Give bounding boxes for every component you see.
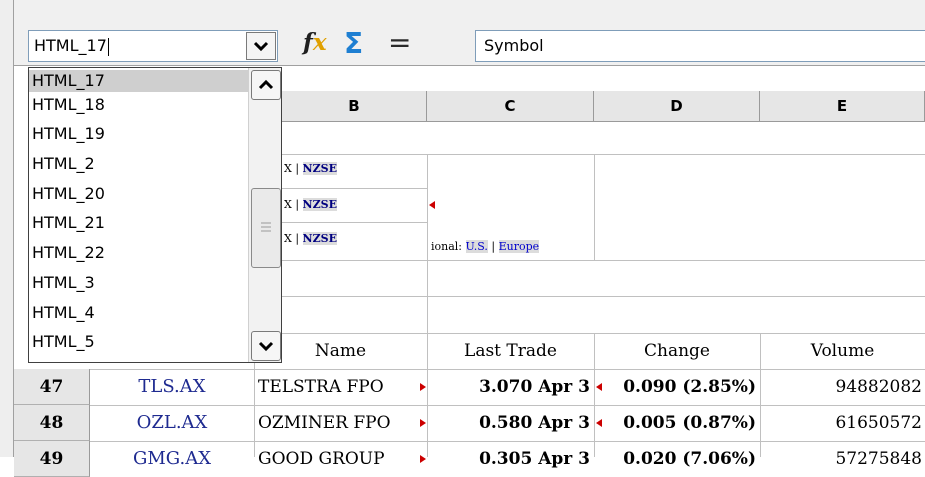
sum-icon[interactable]: Σ — [344, 27, 374, 60]
volume-cell[interactable]: 61650572 — [764, 405, 922, 441]
scroll-down-button[interactable] — [251, 331, 281, 361]
column-header-b[interactable]: B — [282, 91, 427, 122]
symbol-cell[interactable]: OZL.AX — [90, 405, 254, 441]
grip-icon — [261, 222, 271, 232]
last-trade-cell[interactable]: 0.580 Apr 3 — [430, 405, 590, 441]
column-header-c[interactable]: C — [427, 91, 594, 122]
overflow-arrow-icon — [420, 383, 426, 391]
dropdown-item[interactable]: HTML_18 — [29, 94, 252, 116]
nzse-link[interactable]: NZSE — [302, 162, 337, 175]
dropdown-item[interactable]: HTML_17 — [29, 70, 252, 92]
volume-column-header: Volume — [810, 341, 875, 361]
international-label: ional: — [431, 240, 463, 253]
row-header-48[interactable]: 48 — [14, 405, 90, 441]
grid-line — [282, 260, 925, 261]
dropdown-item[interactable]: HTML_22 — [29, 242, 252, 264]
equals-icon[interactable]: = — [388, 26, 418, 59]
row-header-47[interactable]: 47 — [14, 369, 90, 405]
grid-line — [427, 154, 428, 457]
formula-input[interactable]: Symbol — [475, 30, 925, 62]
name-box-dropdown-button[interactable] — [246, 32, 276, 60]
volume-cell[interactable]: 94882082 — [764, 369, 922, 405]
overflow-arrow-icon — [420, 455, 426, 463]
text-cursor — [107, 37, 109, 56]
formula-value: Symbol — [484, 36, 544, 55]
last-trade-cell[interactable]: 3.070 Apr 3 — [430, 369, 590, 405]
row-header-49[interactable]: 49 — [14, 441, 90, 477]
link-separator: | — [491, 240, 496, 253]
name-cell[interactable]: OZMINER FPO — [258, 405, 418, 441]
last-trade-column-header: Last Trade — [464, 341, 557, 361]
grid-line — [282, 154, 925, 155]
grid-line — [282, 296, 925, 297]
grid-line — [594, 154, 595, 260]
exchange-text: X | — [284, 162, 300, 175]
dropdown-item[interactable]: HTML_21 — [29, 212, 252, 234]
grid-line — [282, 188, 427, 189]
grid-line — [282, 222, 427, 223]
note-indicator-icon — [429, 201, 435, 209]
dropdown-item[interactable]: HTML_20 — [29, 183, 252, 205]
name-box-value: HTML_17 — [34, 36, 107, 55]
name-cell[interactable]: GOOD GROUP — [258, 441, 418, 477]
name-box-input[interactable]: HTML_17 — [28, 30, 278, 62]
overflow-arrow-icon — [596, 419, 602, 427]
column-header-d[interactable]: D — [594, 91, 760, 122]
dropdown-scrollbar[interactable] — [248, 68, 281, 362]
change-cell[interactable]: 0.090 (2.85%) — [604, 369, 756, 405]
change-column-header: Change — [644, 341, 710, 361]
name-cell[interactable]: TELSTRA FPO — [258, 369, 418, 405]
dropdown-item[interactable]: HTML_19 — [29, 123, 252, 145]
overflow-arrow-icon — [420, 419, 426, 427]
exchange-text: X | — [284, 198, 300, 211]
scroll-thumb[interactable] — [251, 188, 281, 268]
europe-link[interactable]: Europe — [498, 240, 540, 253]
name-box-dropdown-list[interactable]: HTML_17 HTML_18 HTML_19 HTML_2 HTML_20 H… — [28, 67, 282, 363]
dropdown-item[interactable]: HTML_5 — [29, 331, 252, 353]
exchange-link-cell: X | NZSE — [284, 162, 337, 175]
exchange-text: X | — [284, 232, 300, 245]
us-link[interactable]: U.S. — [465, 240, 488, 253]
volume-cell[interactable]: 57275848 — [764, 441, 922, 477]
dropdown-item[interactable]: HTML_2 — [29, 153, 252, 175]
function-wizard-icon[interactable]: fx — [303, 29, 333, 61]
last-trade-cell[interactable]: 0.305 Apr 3 — [430, 441, 590, 477]
chevron-down-icon — [253, 41, 269, 52]
dropdown-item[interactable]: HTML_4 — [29, 302, 252, 324]
nzse-link[interactable]: NZSE — [302, 232, 337, 245]
change-cell[interactable]: 0.005 (0.87%) — [604, 405, 756, 441]
dropdown-item[interactable]: HTML_3 — [29, 272, 252, 294]
column-header-e[interactable]: E — [760, 91, 925, 122]
change-cell[interactable]: 0.020 (7.06%) — [604, 441, 756, 477]
chevron-up-icon — [258, 79, 274, 90]
nzse-link[interactable]: NZSE — [302, 198, 337, 211]
symbol-cell[interactable]: TLS.AX — [90, 369, 254, 405]
chevron-down-icon — [258, 341, 274, 352]
international-links-cell: ional: U.S. | Europe — [431, 240, 540, 253]
symbol-cell[interactable]: GMG.AX — [90, 441, 254, 477]
left-window-frame — [0, 0, 14, 457]
exchange-link-cell: X | NZSE — [284, 232, 337, 245]
overflow-arrow-icon — [596, 383, 602, 391]
exchange-link-cell: X | NZSE — [284, 198, 337, 211]
scroll-up-button[interactable] — [251, 70, 281, 100]
